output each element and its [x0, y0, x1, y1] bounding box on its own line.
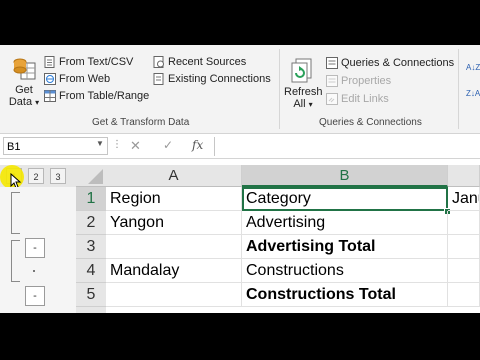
web-icon — [44, 73, 56, 86]
refresh-all-label-line2: All ▾ — [293, 98, 313, 110]
outline-dot — [33, 270, 35, 272]
column-header-c[interactable] — [448, 165, 480, 187]
get-data-label-line1: Get — [15, 84, 33, 96]
existing-connections-label: Existing Connections — [168, 73, 271, 85]
enter-icon[interactable]: ✓ — [163, 138, 173, 152]
cell-a3[interactable] — [106, 235, 242, 259]
row-header-5[interactable]: 5 — [76, 283, 106, 307]
from-web-label: From Web — [59, 73, 111, 85]
recent-sources-label: Recent Sources — [168, 56, 247, 68]
sort-az-icon: A↓Z — [466, 63, 480, 72]
select-all-corner[interactable] — [76, 165, 106, 187]
more-icon[interactable]: ⋮ — [112, 139, 122, 150]
formula-bar: B1 ▼ ⋮ ✕ ✓ fx — [0, 136, 480, 159]
cell-b4[interactable]: Constructions — [242, 259, 448, 283]
properties-button[interactable]: Properties — [326, 75, 392, 88]
group-label-get-transform: Get & Transform Data — [92, 117, 190, 128]
collapse-group-button[interactable]: - — [25, 286, 45, 306]
refresh-all-button[interactable]: Refresh All ▾ — [284, 57, 323, 110]
existing-connections-icon — [153, 73, 164, 86]
from-web-button[interactable]: From Web — [44, 73, 111, 86]
column-header-b[interactable]: B — [242, 165, 448, 187]
existing-connections-button[interactable]: Existing Connections — [153, 73, 271, 86]
cell-b5[interactable]: Constructions Total — [242, 283, 448, 307]
sort-z-to-a-button[interactable]: Z↓A — [466, 89, 480, 98]
group-label-queries: Queries & Connections — [319, 117, 422, 128]
from-text-csv-label: From Text/CSV — [59, 56, 134, 68]
get-data-label-line2: Data ▾ — [8, 96, 40, 108]
group-separator — [279, 49, 280, 129]
outline-level-2-button[interactable]: 2 — [28, 168, 44, 184]
properties-label: Properties — [341, 75, 392, 87]
queries-connections-label: Queries & Connections — [341, 57, 455, 69]
cell-c3[interactable] — [448, 235, 480, 259]
row-header-4[interactable]: 4 — [76, 259, 106, 283]
ribbon-data-tab: Get Data ▾ From Text/CSV From Web From T… — [0, 45, 480, 134]
from-text-csv-button[interactable]: From Text/CSV — [44, 56, 134, 69]
from-table-range-label: From Table/Range — [59, 90, 150, 102]
sort-za-icon: Z↓A — [466, 89, 480, 98]
queries-connections-button[interactable]: Queries & Connections — [326, 57, 455, 70]
chevron-down-icon: ▾ — [308, 100, 313, 109]
row-header-6[interactable] — [76, 307, 106, 313]
queries-icon — [326, 57, 338, 70]
outline-bracket — [11, 192, 20, 234]
collapse-group-button[interactable]: - — [25, 238, 45, 258]
outline-bracket — [11, 240, 20, 282]
formula-input[interactable] — [214, 137, 480, 156]
edit-links-label: Edit Links — [341, 93, 389, 105]
outline-level-3-button[interactable]: 3 — [50, 168, 66, 184]
chevron-down-icon: ▾ — [35, 98, 40, 107]
text-file-icon — [44, 56, 55, 69]
properties-icon — [326, 75, 338, 88]
row-header-2[interactable]: 2 — [76, 211, 106, 235]
select-all-icon — [88, 169, 103, 184]
cell-c5[interactable] — [448, 283, 480, 307]
cell-b2[interactable]: Advertising — [242, 211, 448, 235]
recent-sources-icon — [153, 56, 164, 69]
from-table-range-button[interactable]: From Table/Range — [44, 90, 150, 103]
column-header-a[interactable]: A — [106, 165, 242, 187]
cell-a1[interactable]: Region — [106, 187, 242, 211]
table-icon — [44, 90, 56, 103]
recent-sources-button[interactable]: Recent Sources — [153, 56, 247, 69]
chevron-down-icon[interactable]: ▼ — [96, 139, 104, 148]
database-icon — [13, 58, 36, 80]
cell-a4[interactable]: Mandalay — [106, 259, 242, 283]
group-separator — [458, 49, 459, 129]
edit-links-button[interactable]: Edit Links — [326, 93, 389, 106]
get-data-button[interactable]: Get Data ▾ — [8, 55, 40, 108]
cell-a5[interactable] — [106, 283, 242, 307]
cancel-icon[interactable]: ✕ — [130, 138, 141, 154]
name-box[interactable]: B1 — [3, 137, 108, 155]
refresh-icon — [291, 58, 312, 83]
insert-function-button[interactable]: fx — [192, 138, 203, 152]
cell-c4[interactable] — [448, 259, 480, 283]
cell-a2[interactable]: Yangon — [106, 211, 242, 235]
cell-b1[interactable]: Category — [242, 187, 448, 211]
row-header-1[interactable]: 1 — [76, 187, 106, 211]
sort-a-to-z-button[interactable]: A↓Z — [466, 63, 480, 72]
cell-c2[interactable] — [448, 211, 480, 235]
cell-b3[interactable]: Advertising Total — [242, 235, 448, 259]
row-header-3[interactable]: 3 — [76, 235, 106, 259]
edit-links-icon — [326, 93, 338, 106]
cell-c1[interactable]: Janu — [448, 187, 480, 211]
refresh-all-label-line1: Refresh — [284, 86, 323, 98]
excel-window: Get Data ▾ From Text/CSV From Web From T… — [0, 45, 480, 313]
